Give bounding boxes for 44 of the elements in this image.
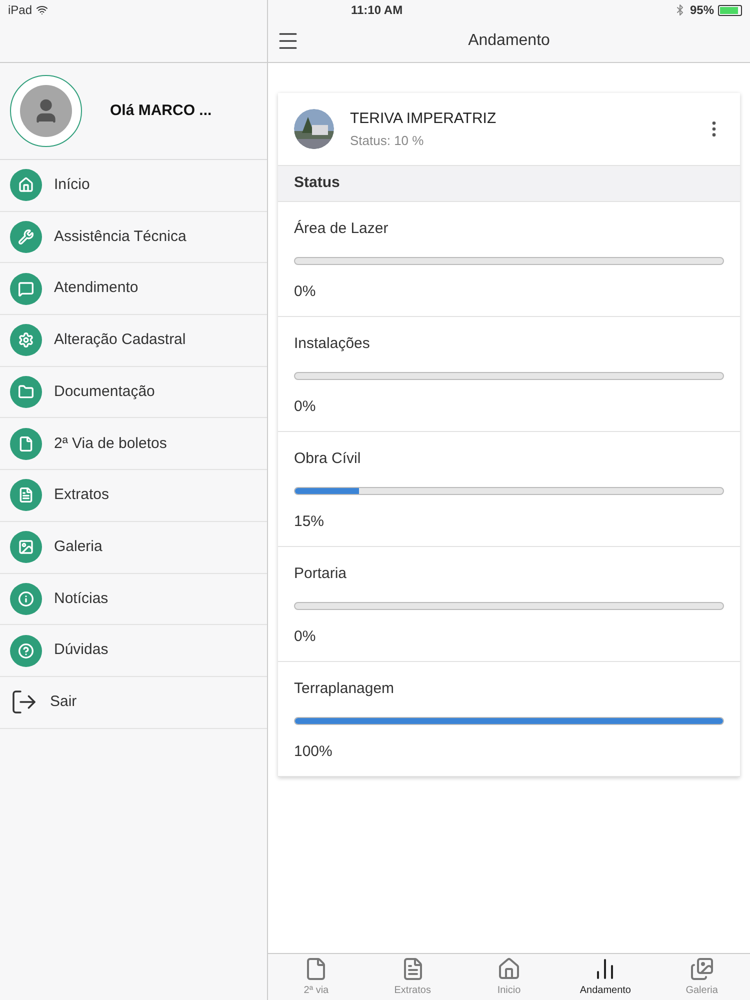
menu-item[interactable]: 2ª Via de boletos bbox=[0, 418, 267, 470]
list-icon bbox=[10, 479, 42, 512]
stage-percent: 0% bbox=[294, 282, 317, 302]
stage-name: Área de Lazer bbox=[294, 219, 390, 239]
section-header: Status bbox=[294, 173, 340, 194]
stage-percent: 0% bbox=[294, 396, 317, 416]
menu-item[interactable]: Sair bbox=[0, 676, 267, 729]
tab[interactable]: Andamento bbox=[557, 954, 654, 1000]
image-icon bbox=[690, 956, 714, 980]
status-time: 11:10 AM bbox=[351, 2, 403, 19]
chat-icon bbox=[10, 272, 42, 305]
menu-item[interactable]: Notícias bbox=[0, 574, 267, 626]
project-status: Status: 10 % bbox=[350, 132, 425, 150]
image-icon bbox=[10, 531, 42, 564]
gear-icon bbox=[10, 324, 42, 356]
stage-percent: 100% bbox=[294, 742, 334, 762]
logout-icon bbox=[10, 688, 38, 716]
project-title: TERIVA IMPERATRIZ bbox=[350, 109, 498, 129]
menu-item[interactable]: Atendimento bbox=[0, 263, 267, 316]
menu-item[interactable]: Dúvidas bbox=[0, 625, 267, 677]
battery-percent: 95% bbox=[690, 2, 714, 19]
stage-percent: 0% bbox=[294, 626, 317, 646]
wrench-icon bbox=[10, 221, 42, 254]
menu-item[interactable]: Documentação bbox=[0, 366, 267, 418]
info-icon bbox=[10, 582, 42, 615]
stage-name: Instalações bbox=[294, 334, 371, 354]
file-icon bbox=[10, 428, 42, 460]
folder-icon bbox=[10, 376, 42, 408]
stage-name: Portaria bbox=[294, 564, 348, 584]
greeting: Olá MARCO ... bbox=[110, 100, 212, 121]
menu-item[interactable]: Galeria bbox=[0, 522, 267, 574]
menu-item[interactable]: Alteração Cadastral bbox=[0, 315, 267, 367]
nav-title: Andamento bbox=[468, 31, 550, 51]
stage-name: Terraplanagem bbox=[294, 679, 396, 699]
help-icon bbox=[10, 634, 42, 667]
menu-item[interactable]: Extratos bbox=[0, 470, 267, 522]
menu-item[interactable]: Assistência Técnica bbox=[0, 212, 267, 264]
battery-icon bbox=[718, 4, 742, 16]
stage-percent: 15% bbox=[294, 512, 326, 532]
home-icon bbox=[10, 169, 42, 202]
home-icon bbox=[497, 956, 522, 980]
stage-name: Obra Cívil bbox=[294, 449, 362, 469]
menu-item[interactable]: Início bbox=[0, 160, 267, 212]
device-name: iPad bbox=[8, 2, 32, 19]
